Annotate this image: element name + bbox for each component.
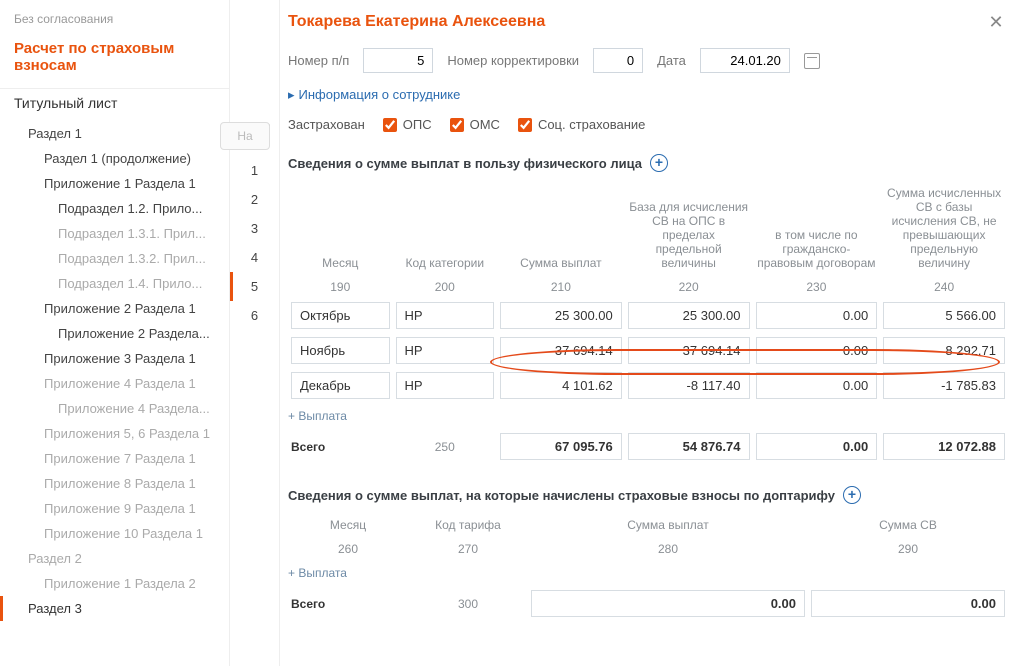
corr-label: Номер корректировки xyxy=(447,53,579,68)
main-area: На № п/п 123456 Токарева Екатерина Алекс… xyxy=(230,0,1024,666)
date-label: Дата xyxy=(657,53,686,68)
tree-root[interactable]: Титульный лист xyxy=(0,88,229,121)
tree-item[interactable]: Подраздел 1.4. Прило... xyxy=(0,271,229,296)
tree-item[interactable]: Подраздел 1.2. Прило... xyxy=(0,196,229,221)
index-row[interactable]: 1 xyxy=(230,156,279,185)
sv-cell[interactable]: 8 292.71 xyxy=(883,337,1005,364)
row-index-column: № п/п 123456 xyxy=(230,0,280,666)
sum-cell[interactable]: 25 300.00 xyxy=(500,302,622,329)
header-form: Номер п/п Номер корректировки Дата xyxy=(288,34,1008,81)
add-doptarif-link[interactable]: + Выплата xyxy=(288,560,1008,586)
add-payment-link[interactable]: + Выплата xyxy=(288,403,1008,429)
base-cell[interactable]: -8 117.40 xyxy=(628,372,750,399)
tree-item[interactable]: Раздел 1 (продолжение) xyxy=(0,146,229,171)
tree-item[interactable]: Приложение 3 Раздела 1 xyxy=(0,346,229,371)
add-section2-icon[interactable]: + xyxy=(843,486,861,504)
approval-status: Без согласования xyxy=(0,8,229,36)
table-row: ОктябрьНР25 300.0025 300.000.005 566.00 xyxy=(288,298,1008,333)
detail-panel: Токарева Екатерина Алексеевна ✕ Номер п/… xyxy=(280,0,1024,666)
month-cell[interactable]: Ноябрь xyxy=(291,337,390,364)
ghost-button[interactable]: На xyxy=(220,122,270,150)
month-cell[interactable]: Декабрь xyxy=(291,372,390,399)
tree-item[interactable]: Приложение 4 Раздела 1 xyxy=(0,371,229,396)
section2-title: Сведения о сумме выплат, на которые начи… xyxy=(288,478,1008,512)
total-sv: 12 072.88 xyxy=(883,433,1005,460)
sum-cell[interactable]: 4 101.62 xyxy=(500,372,622,399)
sv-cell[interactable]: 5 566.00 xyxy=(883,302,1005,329)
corr-input[interactable] xyxy=(593,48,643,73)
check-soc[interactable]: Соц. страхование xyxy=(518,117,645,132)
gpd-cell[interactable]: 0.00 xyxy=(756,302,878,329)
chevron-right-icon: ▸ xyxy=(288,87,295,102)
base-cell[interactable]: 25 300.00 xyxy=(628,302,750,329)
insurance-checks: Застрахован ОПС ОМС Соц. страхование xyxy=(288,113,1008,146)
index-row[interactable]: 3 xyxy=(230,214,279,243)
num-label: Номер п/п xyxy=(288,53,349,68)
tree-item[interactable]: Раздел 1 xyxy=(0,121,229,146)
section1-title: Сведения о сумме выплат в пользу физичес… xyxy=(288,146,1008,180)
tree-item[interactable]: Приложение 1 Раздела 2 xyxy=(0,571,229,596)
gpd-cell[interactable]: 0.00 xyxy=(756,372,878,399)
sidebar: Без согласования Расчет по страховым взн… xyxy=(0,0,230,666)
month-cell[interactable]: Октябрь xyxy=(291,302,390,329)
total2-sum: 0.00 xyxy=(531,590,805,617)
num-input[interactable] xyxy=(363,48,433,73)
tree-item[interactable]: Приложение 7 Раздела 1 xyxy=(0,446,229,471)
total2-sv: 0.00 xyxy=(811,590,1005,617)
close-icon[interactable]: ✕ xyxy=(984,10,1008,34)
nav-tree: Раздел 1Раздел 1 (продолжение)Приложение… xyxy=(0,121,229,621)
gpd-cell[interactable]: 0.00 xyxy=(756,337,878,364)
check-oms[interactable]: ОМС xyxy=(450,117,500,132)
index-row[interactable]: 4 xyxy=(230,243,279,272)
total-gpd: 0.00 xyxy=(756,433,878,460)
employee-name: Токарева Екатерина Алексеевна xyxy=(288,13,545,31)
tree-item[interactable]: Раздел 3 xyxy=(0,596,229,621)
index-row[interactable]: 2 xyxy=(230,185,279,214)
code-cell[interactable]: НР xyxy=(396,302,495,329)
tree-item[interactable]: Приложение 2 Раздела 1 xyxy=(0,296,229,321)
document-title: Расчет по страховым взносам xyxy=(0,36,229,88)
insured-label: Застрахован xyxy=(288,117,365,132)
index-row[interactable]: 5 xyxy=(230,272,279,301)
tree-item[interactable]: Приложение 9 Раздела 1 xyxy=(0,496,229,521)
payments-table: Месяц Код категории Сумма выплат База дл… xyxy=(288,180,1008,403)
tree-item[interactable]: Подраздел 1.3.2. Прил... xyxy=(0,246,229,271)
check-ops[interactable]: ОПС xyxy=(383,117,432,132)
total-sum: 67 095.76 xyxy=(500,433,622,460)
sum-cell[interactable]: 37 694.14 xyxy=(500,337,622,364)
total2-label: Всего xyxy=(288,586,408,621)
code-cell[interactable]: НР xyxy=(396,337,495,364)
tree-item[interactable]: Приложение 2 Раздела... xyxy=(0,321,229,346)
tree-item[interactable]: Раздел 2 xyxy=(0,546,229,571)
payments-total: Всего 250 67 095.76 54 876.74 0.00 12 07… xyxy=(288,429,1008,464)
employee-info-toggle[interactable]: ▸Информация о сотруднике xyxy=(288,81,1008,113)
doptarif-total: Всего 300 0.00 0.00 xyxy=(288,586,1008,621)
doptarif-table: Месяц Код тарифа Сумма выплат Сумма СВ 2… xyxy=(288,512,1008,560)
table-row: НоябрьНР37 694.1437 694.140.008 292.71 xyxy=(288,333,1008,368)
tree-item[interactable]: Подраздел 1.3.1. Прил... xyxy=(0,221,229,246)
tree-item[interactable]: Приложение 10 Раздела 1 xyxy=(0,521,229,546)
tree-item[interactable]: Приложение 8 Раздела 1 xyxy=(0,471,229,496)
tree-item[interactable]: Приложения 5, 6 Раздела 1 xyxy=(0,421,229,446)
index-row[interactable]: 6 xyxy=(230,301,279,330)
date-input[interactable] xyxy=(700,48,790,73)
total-base: 54 876.74 xyxy=(628,433,750,460)
code-cell[interactable]: НР xyxy=(396,372,495,399)
tree-item[interactable]: Приложение 1 Раздела 1 xyxy=(0,171,229,196)
sv-cell[interactable]: -1 785.83 xyxy=(883,372,1005,399)
add-section1-icon[interactable]: + xyxy=(650,154,668,172)
table-row: ДекабрьНР4 101.62-8 117.400.00-1 785.83 xyxy=(288,368,1008,403)
total-label: Всего xyxy=(288,429,393,464)
calendar-icon[interactable] xyxy=(804,53,820,69)
base-cell[interactable]: 37 694.14 xyxy=(628,337,750,364)
tree-item[interactable]: Приложение 4 Раздела... xyxy=(0,396,229,421)
